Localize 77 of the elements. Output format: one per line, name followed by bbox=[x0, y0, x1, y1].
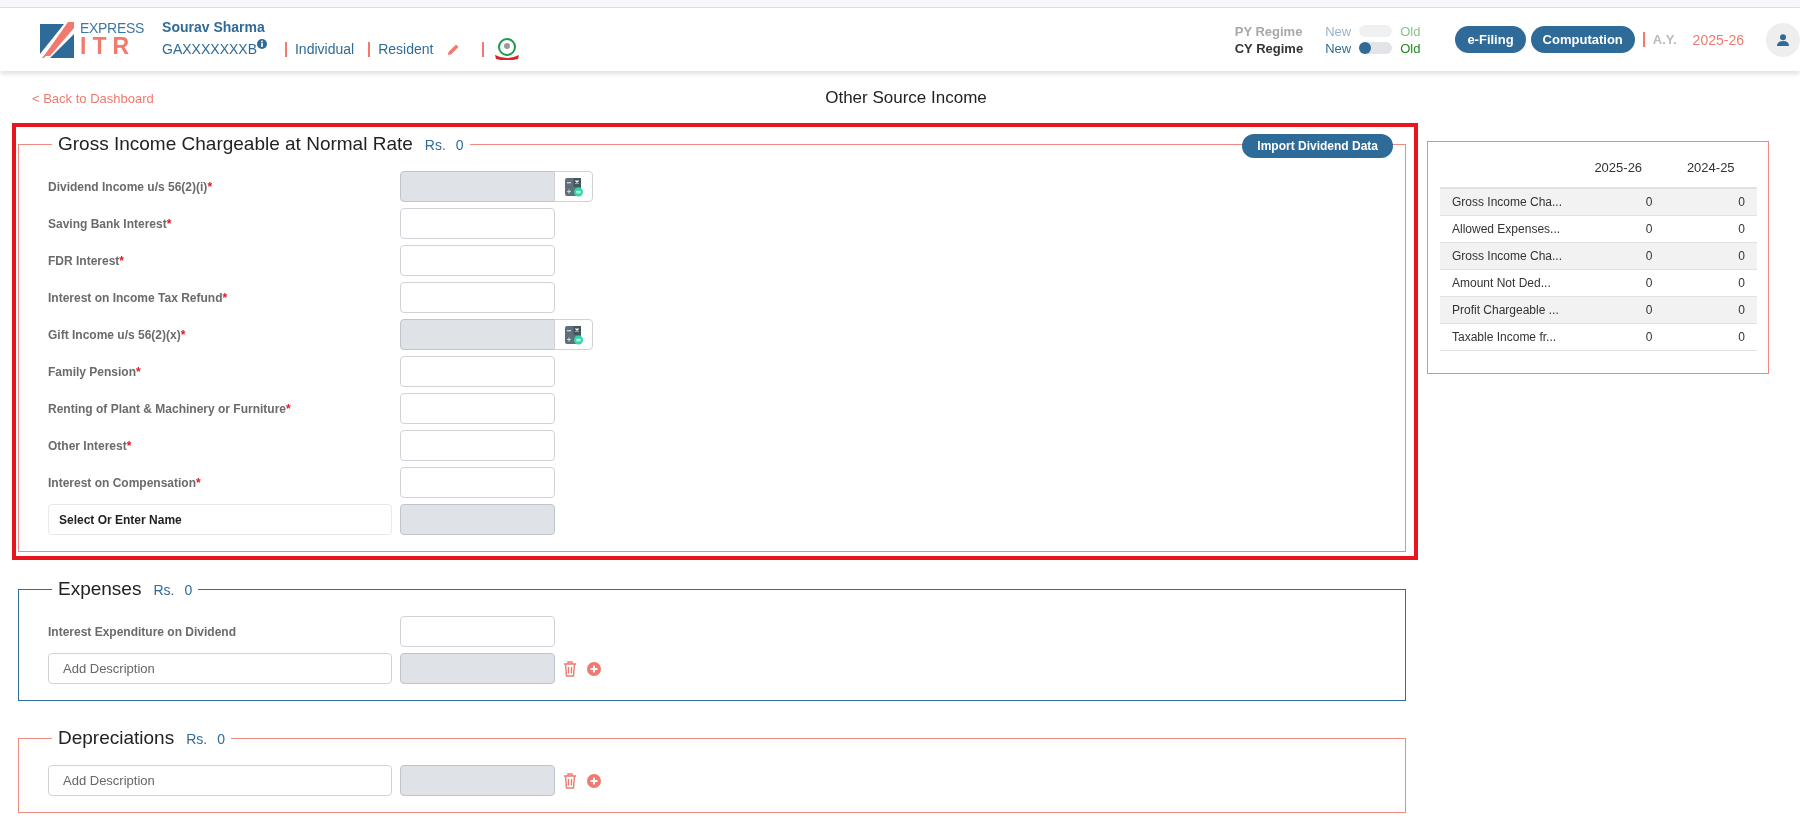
regime-label: CY Regime bbox=[1234, 40, 1304, 56]
regime-option: New bbox=[1325, 23, 1352, 39]
table-cell: 0 bbox=[1664, 269, 1757, 297]
trash-icon[interactable] bbox=[563, 660, 577, 677]
residency-status: Resident bbox=[378, 41, 434, 57]
table-cell: 0 bbox=[1572, 188, 1665, 216]
section-title: Gross Income Chargeable at Normal Rate bbox=[58, 133, 413, 155]
logo-text: EXPRESS bbox=[80, 21, 145, 35]
calculator-button[interactable] bbox=[554, 319, 593, 350]
regime-option: Old bbox=[1400, 40, 1421, 56]
table-cell: 0 bbox=[1664, 323, 1757, 351]
pencil-icon[interactable] bbox=[447, 42, 461, 56]
currency-label: Rs. bbox=[424, 137, 446, 153]
table-cell: Taxable Income fr... bbox=[1440, 323, 1572, 351]
calculator-icon bbox=[563, 176, 584, 197]
calculator-button[interactable] bbox=[554, 171, 593, 202]
nav-button[interactable]: Computation bbox=[1530, 26, 1635, 53]
table-cell: 0 bbox=[1572, 269, 1665, 297]
user-name: Sourav Sharma bbox=[162, 19, 266, 35]
user-icon bbox=[1777, 33, 1789, 46]
field-label: Interest on Compensation* bbox=[48, 475, 202, 490]
field-label: Interest Expenditure on Dividend bbox=[48, 624, 238, 639]
field-label: FDR Interest* bbox=[48, 253, 125, 268]
page-title: Other Source Income bbox=[825, 88, 987, 108]
field-label: Family Pension* bbox=[48, 364, 142, 379]
table-cell: Amount Not Ded... bbox=[1440, 269, 1572, 297]
section-title: Expenses bbox=[58, 578, 142, 600]
currency-label: Rs. bbox=[153, 582, 175, 598]
field-label: Dividend Income u/s 56(2)(i)* bbox=[48, 179, 214, 194]
amount-field[interactable] bbox=[400, 467, 555, 498]
taxpayer-type: Individual bbox=[295, 41, 355, 57]
section-total: 0 bbox=[217, 731, 225, 747]
table-cell: Gross Income Cha... bbox=[1440, 188, 1572, 216]
amount-field[interactable] bbox=[400, 393, 555, 424]
add-icon[interactable] bbox=[587, 773, 601, 788]
table-cell: 0 bbox=[1572, 242, 1665, 270]
table-cell: 0 bbox=[1572, 215, 1665, 243]
field-label: Other Interest* bbox=[48, 438, 133, 453]
table-cell: Gross Income Cha... bbox=[1440, 242, 1572, 270]
info-icon bbox=[257, 39, 267, 49]
field-label: Interest on Income Tax Refund* bbox=[48, 290, 229, 305]
import-button[interactable]: Import Dividend Data bbox=[1242, 134, 1393, 158]
amount-field[interactable] bbox=[400, 356, 555, 387]
table-cell: Profit Chargeable ... bbox=[1440, 296, 1572, 324]
table-cell: 0 bbox=[1664, 296, 1757, 324]
amount-field[interactable] bbox=[400, 616, 555, 647]
section-total: 0 bbox=[455, 137, 464, 153]
assessment-year: 2025-26 bbox=[1692, 31, 1744, 48]
nav-button[interactable]: e-Filing bbox=[1455, 26, 1526, 53]
table-cell: 0 bbox=[1572, 323, 1665, 351]
amount-field[interactable] bbox=[400, 282, 555, 313]
calculator-icon bbox=[563, 324, 584, 345]
profile-avatar[interactable] bbox=[1766, 22, 1800, 57]
field-label: Saving Bank Interest* bbox=[48, 216, 173, 231]
table-cell: 0 bbox=[1664, 242, 1757, 270]
section-total: 0 bbox=[184, 582, 193, 598]
field-label: Gift Income u/s 56(2)(x)* bbox=[48, 327, 187, 342]
table-cell: 0 bbox=[1572, 296, 1665, 324]
table-cell: 0 bbox=[1664, 215, 1757, 243]
amount-field[interactable] bbox=[400, 430, 555, 461]
table-cell: Allowed Expenses... bbox=[1440, 215, 1572, 243]
regime-option: Old bbox=[1400, 23, 1421, 39]
field-label: Renting of Plant & Machinery or Furniture* bbox=[48, 401, 292, 416]
logo-mark-icon bbox=[40, 21, 74, 58]
assessment-year-label: A.Y. bbox=[1652, 32, 1677, 47]
regime-label: PY Regime bbox=[1234, 23, 1304, 39]
amount-field[interactable] bbox=[400, 245, 555, 276]
currency-label: Rs. bbox=[186, 731, 208, 747]
trash-icon[interactable] bbox=[563, 772, 577, 789]
pan-number: GAXXXXXXXB bbox=[162, 41, 257, 57]
logo-text: ITR bbox=[80, 35, 137, 58]
regime-option: New bbox=[1325, 40, 1352, 56]
section-title: Depreciations bbox=[58, 727, 175, 749]
add-icon[interactable] bbox=[587, 661, 601, 676]
regime-toggle[interactable] bbox=[1359, 42, 1393, 54]
table-cell: 0 bbox=[1664, 188, 1757, 216]
amount-field[interactable] bbox=[400, 208, 555, 239]
